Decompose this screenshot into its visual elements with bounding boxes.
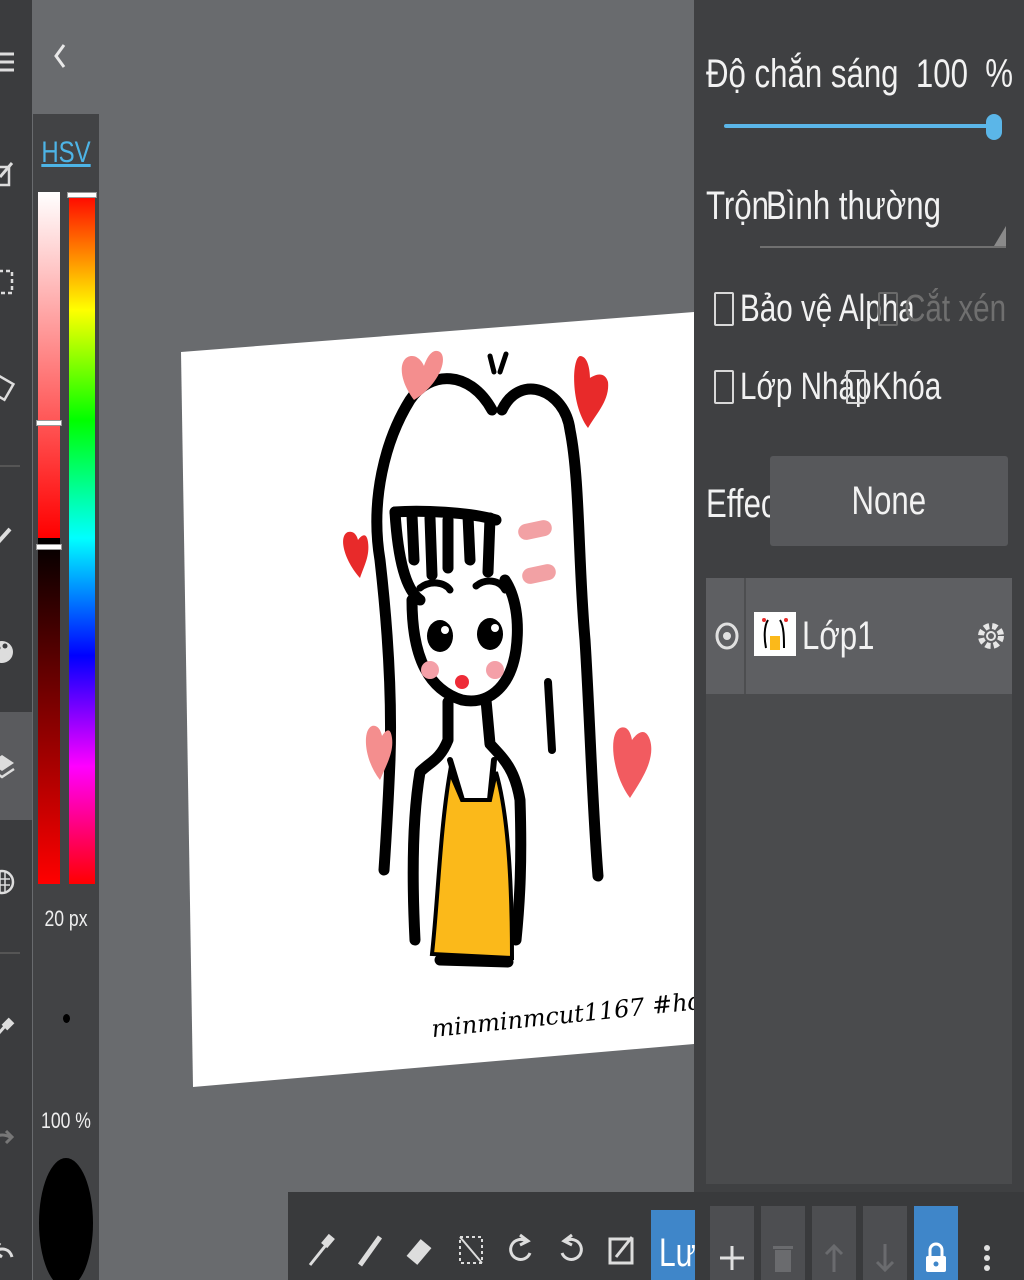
lock-checkbox[interactable] — [846, 370, 866, 404]
rotate-right-button[interactable] — [548, 1192, 594, 1280]
blend-label: Trộn — [706, 184, 769, 228]
lock-icon — [926, 1242, 946, 1272]
back-button[interactable] — [44, 36, 74, 76]
edit-icon — [0, 162, 14, 187]
lock-layer-button[interactable] — [914, 1206, 958, 1280]
girl-dress — [429, 765, 515, 961]
pen-button[interactable] — [348, 1192, 394, 1280]
move-layer-up-button[interactable] — [812, 1206, 856, 1280]
delete-layer-icon — [773, 1246, 793, 1272]
opacity-row: Độ chắn sáng 100 % — [706, 52, 1013, 97]
selection-tool-button[interactable] — [0, 256, 32, 308]
saturation-handle[interactable] — [36, 420, 62, 426]
menu-icon — [0, 52, 14, 72]
effect-button[interactable]: None — [770, 456, 1008, 546]
opacity-slider-track[interactable] — [724, 124, 996, 128]
eyedropper-button[interactable] — [298, 1192, 344, 1280]
save-button[interactable]: Lưu — [651, 1210, 695, 1280]
eye-icon[interactable] — [712, 618, 742, 654]
eyedropper-icon — [308, 1233, 335, 1266]
brush-preview-dot — [63, 1014, 70, 1023]
toolbar-divider — [0, 952, 20, 954]
material-tool-button[interactable] — [0, 856, 32, 908]
edit-tool-button[interactable] — [0, 148, 32, 200]
clipping-label: Cắt xén — [904, 288, 1007, 330]
transform-tool-button[interactable] — [0, 362, 32, 414]
hue-handle[interactable] — [67, 192, 97, 198]
material-icon — [0, 869, 15, 895]
layer-panel: Độ chắn sáng 100 % Trộn Bình thường Bảo … — [694, 0, 1024, 1280]
rotate-right-icon — [560, 1233, 583, 1261]
value-handle[interactable] — [36, 544, 62, 550]
move-down-icon — [875, 1244, 895, 1273]
layer-list: Lớp1 — [706, 578, 1012, 1184]
lock-label: Khóa — [872, 366, 942, 408]
blend-select-underline — [760, 246, 1006, 248]
blend-mode-select[interactable]: Bình thường — [766, 184, 941, 229]
redo-icon — [0, 1129, 15, 1145]
current-color-swatch[interactable] — [39, 1158, 93, 1280]
opacity-value: 100 — [915, 52, 968, 96]
rotate-left-icon — [509, 1233, 532, 1261]
eraser-button[interactable] — [398, 1192, 444, 1280]
add-layer-button[interactable] — [710, 1206, 754, 1280]
undo-icon — [0, 1243, 14, 1259]
move-layer-down-button[interactable] — [863, 1206, 907, 1280]
toolbar-divider — [0, 465, 20, 467]
save-label: Lưu — [659, 1231, 695, 1275]
delete-layer-button[interactable] — [761, 1206, 805, 1280]
more-icon — [984, 1245, 990, 1271]
more-options-button[interactable] — [965, 1206, 1009, 1280]
layer-thumbnail — [754, 612, 796, 656]
clipping-checkbox[interactable] — [878, 292, 898, 326]
undo-button[interactable] — [0, 1224, 32, 1276]
export-button[interactable] — [598, 1192, 644, 1280]
menu-button[interactable] — [0, 36, 32, 88]
redo-button[interactable] — [0, 1112, 32, 1164]
layer-name: Lớp1 — [802, 614, 875, 658]
transform-icon — [0, 374, 16, 402]
move-up-icon — [824, 1243, 844, 1272]
bottom-toolbar: Lưu — [288, 1192, 1024, 1280]
export-icon — [608, 1236, 634, 1265]
rotate-left-button[interactable] — [498, 1192, 544, 1280]
opacity-label: Độ chắn sáng — [706, 52, 899, 96]
opacity-slider-thumb[interactable] — [986, 114, 1002, 140]
color-panel: HSV 20 px 100 % — [33, 114, 99, 1280]
layer-row[interactable]: Lớp1 — [706, 578, 1012, 694]
left-toolbar — [0, 0, 32, 1280]
draft-layer-checkbox[interactable] — [714, 370, 734, 404]
girl-nose — [455, 675, 469, 689]
brush-opacity-label[interactable]: 100 % — [40, 1108, 93, 1134]
effect-value: None — [851, 478, 927, 523]
palette-icon — [0, 641, 13, 663]
dropdown-arrow-icon — [994, 226, 1006, 246]
hsv-tab[interactable]: HSV — [40, 136, 93, 170]
palette-tool-button[interactable] — [0, 626, 32, 678]
gear-icon[interactable] — [976, 614, 1006, 658]
selection-icon — [0, 269, 14, 295]
eyedropper-tool-button[interactable] — [0, 1004, 32, 1056]
eyedropper-icon — [0, 1017, 15, 1035]
pen-icon — [0, 527, 12, 544]
brush-size-label[interactable]: 20 px — [40, 906, 93, 932]
eraser-icon — [406, 1239, 432, 1265]
add-layer-icon — [720, 1246, 744, 1270]
chevron-left-icon — [54, 44, 66, 68]
deselect-button[interactable] — [448, 1192, 494, 1280]
pen-tool-button[interactable] — [0, 512, 32, 564]
canvas-paper — [181, 312, 694, 1087]
deselect-icon — [459, 1236, 483, 1264]
layers-tool-button[interactable] — [0, 712, 32, 820]
saturation-value-slider[interactable] — [38, 192, 60, 884]
pen-icon — [357, 1235, 383, 1267]
protect-alpha-checkbox[interactable] — [714, 292, 734, 326]
layers-icon — [0, 755, 15, 779]
hue-slider[interactable] — [69, 192, 95, 884]
opacity-unit: % — [985, 52, 1014, 96]
